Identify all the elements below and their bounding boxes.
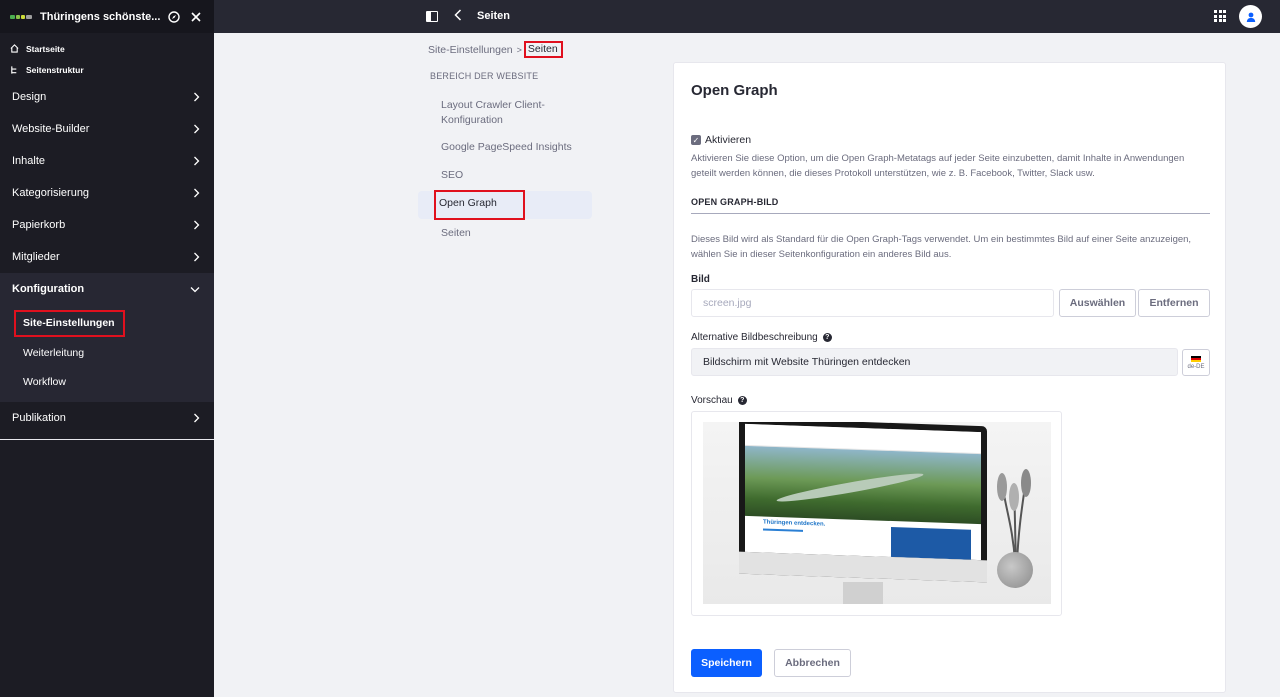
sidebar-group-design[interactable]: Design [0, 81, 214, 113]
sidebar-group-konfiguration[interactable]: Konfiguration [0, 273, 214, 305]
sidebar-submenu-konfiguration: Site-Einstellungen Weiterleitung Workflo… [0, 305, 214, 402]
image-input[interactable]: screen.jpg [691, 289, 1054, 317]
site-name[interactable]: Thüringens schönste... [40, 11, 160, 23]
sidebar-group-website-builder[interactable]: Website-Builder [0, 113, 214, 145]
chevron-right-icon [194, 92, 200, 102]
sidebar-group-kategorisierung[interactable]: Kategorisierung [0, 177, 214, 209]
apps-grid-icon[interactable] [1214, 10, 1226, 22]
image-label-text: Bild [691, 274, 710, 285]
sidebar-group-label: Kategorisierung [12, 187, 90, 199]
toggle-panel-icon[interactable] [426, 11, 438, 22]
alt-label-text: Alternative Bildbeschreibung [691, 332, 818, 343]
sidebar-group-label: Mitglieder [12, 251, 60, 263]
preview-label-text: Vorschau [691, 395, 733, 406]
user-avatar-icon[interactable] [1239, 5, 1262, 28]
sidebar-item-seitenstruktur[interactable]: Seitenstruktur [0, 59, 214, 80]
breadcrumb: Site-Einstellungen > Seiten [428, 41, 563, 58]
select-image-button[interactable]: Auswählen [1059, 289, 1136, 317]
page-title: Seiten [477, 10, 511, 22]
nav-item-label: Google PageSpeed Insights [441, 141, 572, 153]
nav-item-pagespeed[interactable]: Google PageSpeed Insights [418, 140, 592, 155]
image-preview-box: Thüringen entdecken. [691, 411, 1062, 616]
german-flag-icon [1191, 355, 1201, 363]
sidebar-group-label: Design [12, 91, 47, 103]
sidebar-group-label: Konfiguration [12, 283, 85, 295]
section-help-text: Dieses Bild wird als Standard für die Op… [691, 234, 1192, 260]
sidebar-group-label: Publikation [12, 412, 66, 424]
help-icon[interactable]: ? [737, 396, 747, 405]
breadcrumb-separator: > [516, 44, 522, 55]
chevron-right-icon [194, 220, 200, 230]
sidebar-item-label: Site-Einstellungen [14, 310, 125, 337]
card-title: Open Graph [691, 82, 778, 99]
image-label: Bild [691, 274, 710, 285]
open-graph-card: Open Graph ✓ Aktivieren Aktivieren Sie d… [673, 62, 1226, 693]
chevron-down-icon [190, 286, 200, 292]
chevron-right-icon [194, 413, 200, 423]
nav-item-seiten[interactable]: Seiten [418, 226, 592, 241]
enable-label: Aktivieren [705, 134, 752, 146]
remove-image-button[interactable]: Entfernen [1138, 289, 1210, 317]
close-icon[interactable] [188, 9, 204, 25]
sidebar-item-startseite[interactable]: Startseite [0, 38, 214, 59]
tree-icon [10, 65, 20, 75]
topbar: Seiten [214, 0, 1280, 33]
nav-item-seo[interactable]: SEO [418, 168, 592, 183]
back-chevron-icon[interactable] [454, 8, 462, 25]
chevron-right-icon [194, 124, 200, 134]
section-title: OPEN GRAPH-BILD [691, 197, 779, 207]
sidebar-group-label: Papierkorb [12, 219, 66, 231]
language-selector-button[interactable]: de-DE [1182, 349, 1210, 376]
chevron-right-icon [194, 188, 200, 198]
nav-item-label: Seiten [441, 227, 471, 239]
sidebar-group-publikation[interactable]: Publikation [0, 402, 214, 434]
sidebar-item-label: Weiterleitung [23, 346, 85, 359]
nav-section-header: BEREICH DER WEBSITE [430, 71, 539, 81]
enable-checkbox-row[interactable]: ✓ Aktivieren [691, 134, 751, 146]
sidebar-group-label: Inhalte [12, 155, 46, 167]
nav-item-label: Open Graph [434, 190, 525, 220]
sidebar-item-label: Workflow [23, 375, 66, 388]
alt-text-input[interactable]: Bildschirm mit Website Thüringen entdeck… [691, 348, 1178, 376]
sidebar-group-inhalte[interactable]: Inhalte [0, 145, 214, 177]
nav-item-open-graph[interactable]: Open Graph [418, 190, 592, 220]
sidebar-item-site-einstellungen[interactable]: Site-Einstellungen [0, 309, 214, 338]
breadcrumb-parent[interactable]: Site-Einstellungen [428, 44, 513, 56]
sidebar-item-workflow[interactable]: Workflow [0, 367, 214, 396]
compass-icon[interactable] [166, 9, 182, 25]
sidebar-empty-area [0, 440, 214, 697]
nav-item-label: SEO [441, 169, 464, 181]
sidebar-group-mitglieder[interactable]: Mitglieder [0, 241, 214, 273]
nav-item-layout-crawler[interactable]: Layout Crawler Client-Konfiguration [418, 98, 568, 128]
monitor-illustration: Thüringen entdecken. [739, 422, 987, 583]
preview-image: Thüringen entdecken. [703, 422, 1051, 604]
language-code: de-DE [1187, 363, 1205, 370]
sidebar-item-label: Seitenstruktur [26, 64, 84, 75]
section-divider [691, 213, 1210, 214]
preview-label: Vorschau ? [691, 395, 747, 406]
sidebar-header: Thüringens schönste... [0, 0, 214, 33]
alt-label: Alternative Bildbeschreibung ? [691, 332, 832, 343]
chevron-right-icon [194, 252, 200, 262]
breadcrumb-current: Seiten [523, 41, 563, 58]
checkbox-checked-icon[interactable]: ✓ [691, 135, 701, 145]
sidebar-group-label: Website-Builder [12, 123, 90, 135]
sidebar-item-weiterleitung[interactable]: Weiterleitung [0, 338, 214, 367]
enable-help-text: Aktivieren Sie diese Option, um die Open… [691, 153, 1185, 179]
sidebar-item-label: Startseite [26, 43, 65, 54]
sidebar-group-papierkorb[interactable]: Papierkorb [0, 209, 214, 241]
chevron-right-icon [194, 156, 200, 166]
save-button[interactable]: Speichern [691, 649, 762, 677]
cancel-button[interactable]: Abbrechen [774, 649, 851, 677]
site-logo-icon [10, 12, 32, 22]
nav-item-label: Layout Crawler Client-Konfiguration [441, 99, 545, 126]
help-icon[interactable]: ? [822, 333, 832, 342]
plant-pot [997, 552, 1033, 588]
preview-caption: Thüringen entdecken. [763, 519, 826, 528]
home-icon [10, 44, 20, 53]
